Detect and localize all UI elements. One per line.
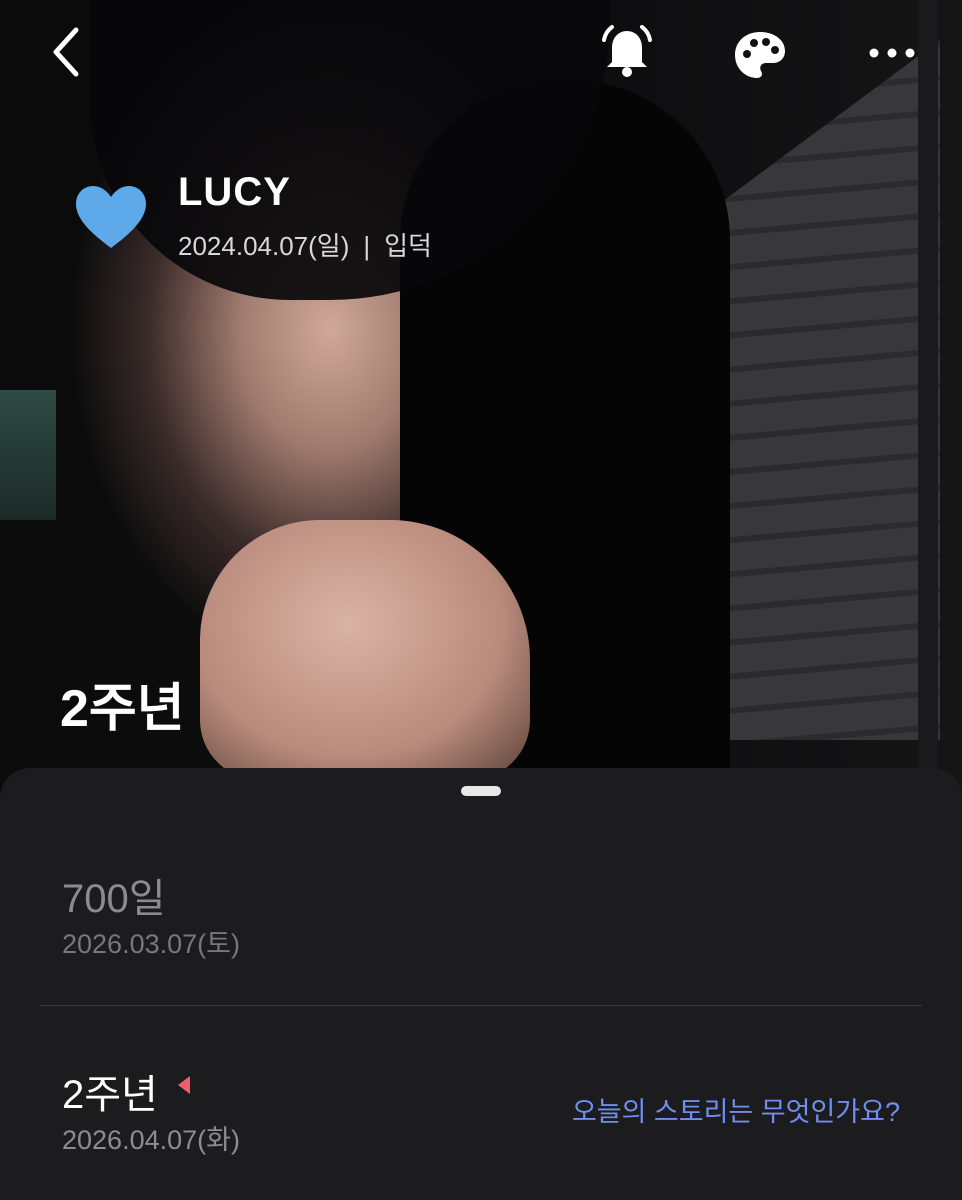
anniversary-item-date: 2026.04.07(화) xyxy=(62,1125,240,1155)
profile-label: 입덕 xyxy=(384,231,432,261)
profile-name: LUCY xyxy=(178,170,291,214)
current-marker-icon xyxy=(178,1076,190,1094)
divider xyxy=(40,1005,922,1006)
hand-shape xyxy=(200,520,530,780)
anniversary-item-title[interactable]: 700일 xyxy=(62,866,166,924)
palette-icon[interactable] xyxy=(733,30,787,82)
anniversary-item-title[interactable]: 2주년 xyxy=(62,1062,158,1120)
heart-icon xyxy=(74,184,148,250)
back-icon[interactable] xyxy=(48,24,88,80)
bottom-sheet[interactable]: 700일 2026.03.07(토) 2주년 2026.04.07(화) 오늘의… xyxy=(0,768,962,1200)
background-pole xyxy=(918,0,938,800)
heart-shape xyxy=(76,186,146,248)
sheet-drag-handle[interactable] xyxy=(461,786,501,796)
profile-date: 2024.04.07(일) xyxy=(178,231,350,261)
anniversary-item-date: 2026.03.07(토) xyxy=(62,929,240,959)
background-sign xyxy=(0,390,56,520)
more-icon[interactable] xyxy=(866,38,918,68)
milestone-title: 2주년 xyxy=(60,680,185,738)
profile-subtitle: 2024.04.07(일) | 입덕 xyxy=(178,226,432,263)
top-navigation xyxy=(0,0,962,110)
profile-separator: | xyxy=(363,231,371,261)
bell-icon[interactable] xyxy=(598,24,656,80)
story-prompt-link[interactable]: 오늘의 스토리는 무엇인가요? xyxy=(572,1090,900,1129)
